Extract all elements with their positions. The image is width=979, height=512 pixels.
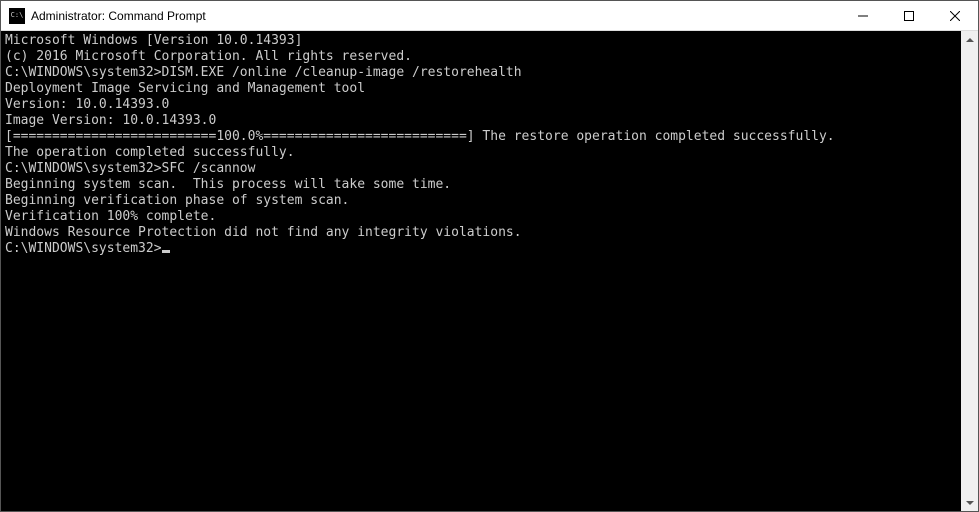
console-line: The operation completed successfully. — [5, 145, 957, 161]
console-output[interactable]: Microsoft Windows [Version 10.0.14393](c… — [1, 31, 961, 511]
console-line: Beginning system scan. This process will… — [5, 177, 957, 193]
scroll-up-button[interactable] — [961, 31, 978, 48]
console-line: (c) 2016 Microsoft Corporation. All righ… — [5, 49, 957, 65]
maximize-button[interactable] — [886, 1, 932, 30]
scroll-track[interactable] — [961, 48, 978, 494]
cmd-icon — [9, 8, 25, 24]
window-controls — [840, 1, 978, 30]
console-line: Verification 100% complete. — [5, 209, 957, 225]
maximize-icon — [904, 11, 914, 21]
console-line: C:\WINDOWS\system32>SFC /scannow — [5, 161, 957, 177]
chevron-down-icon — [966, 501, 974, 505]
scroll-down-button[interactable] — [961, 494, 978, 511]
window-title: Administrator: Command Prompt — [31, 9, 840, 23]
console-line: Microsoft Windows [Version 10.0.14393] — [5, 33, 957, 49]
console-line: Version: 10.0.14393.0 — [5, 97, 957, 113]
close-button[interactable] — [932, 1, 978, 30]
console-line: Windows Resource Protection did not find… — [5, 225, 957, 241]
chevron-up-icon — [966, 38, 974, 42]
console-line: C:\WINDOWS\system32>DISM.EXE /online /cl… — [5, 65, 957, 81]
minimize-button[interactable] — [840, 1, 886, 30]
command-prompt-window: Administrator: Command Prompt Microsoft … — [0, 0, 979, 512]
console-body: Microsoft Windows [Version 10.0.14393](c… — [1, 31, 978, 511]
cursor — [162, 250, 170, 253]
console-line: Deployment Image Servicing and Managemen… — [5, 81, 957, 97]
vertical-scrollbar[interactable] — [961, 31, 978, 511]
console-line: Beginning verification phase of system s… — [5, 193, 957, 209]
console-line: C:\WINDOWS\system32> — [5, 241, 957, 257]
console-line: Image Version: 10.0.14393.0 — [5, 113, 957, 129]
titlebar[interactable]: Administrator: Command Prompt — [1, 1, 978, 31]
minimize-icon — [858, 11, 868, 21]
console-line: [==========================100.0%=======… — [5, 129, 957, 145]
close-icon — [950, 11, 960, 21]
